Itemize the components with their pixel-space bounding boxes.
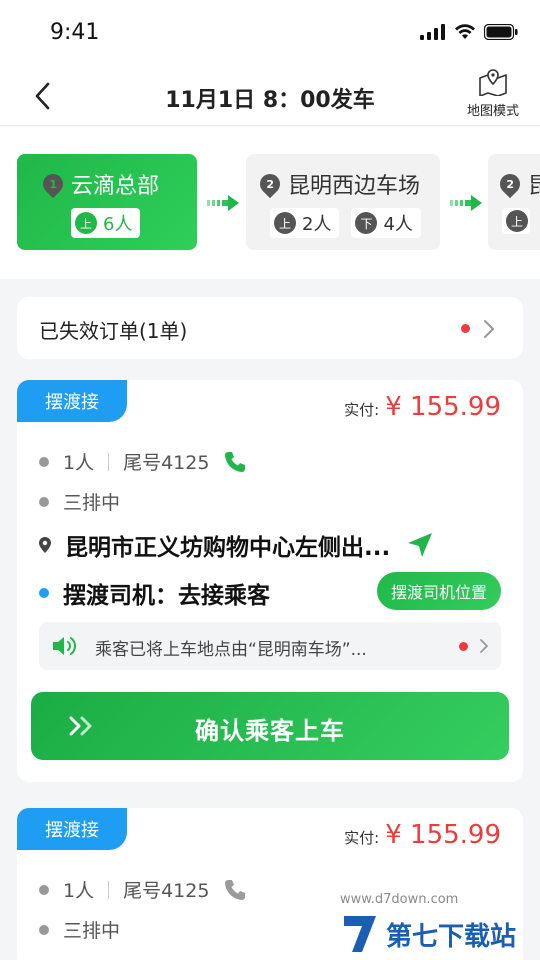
chevron-right-icon	[480, 639, 488, 653]
status-icons	[420, 24, 518, 40]
stop-title: 2 昆明西边车场	[255, 168, 421, 200]
board-badge: 上	[75, 212, 97, 234]
order-card: 摆渡接 实付: ¥ 155.99 1人 尾号4125 三排中 昆明市正义坊购物中…	[17, 380, 523, 782]
nav-bar: 11月1日 8：00发车 地图模式	[0, 66, 540, 126]
price-value: ¥ 155.99	[385, 392, 501, 422]
double-arrow-icon	[207, 195, 239, 211]
watermark-logo-icon	[344, 916, 376, 952]
alight-badge: 下	[355, 212, 378, 234]
watermark: www.d7down.com 第七下载站	[340, 892, 540, 960]
location-pin-icon: 2	[255, 169, 285, 199]
passenger-count: 1人	[63, 452, 95, 474]
phone-tail: 尾号4125	[123, 452, 210, 474]
wifi-icon	[455, 24, 475, 39]
phone-tail: 尾号4125	[123, 880, 210, 902]
seat-position: 三排中	[63, 920, 121, 942]
passenger-row: 1人 尾号4125	[39, 876, 247, 903]
page-title: 11月1日 8：00发车	[165, 88, 375, 113]
stops-bar: 1 云滴总部 上 6人 2 昆明西边车场 上 2人 下 4人 2 昆 上	[0, 127, 540, 279]
stop-card-2[interactable]: 2 昆明西边车场 上 2人 下 4人	[246, 154, 440, 250]
count-chip: 下 4人	[351, 208, 421, 238]
price: 实付: ¥ 155.99	[344, 392, 501, 422]
seat-position: 三排中	[63, 492, 121, 514]
stop-title: 1 云滴总部	[38, 168, 160, 200]
price-label: 实付:	[344, 829, 380, 847]
speaker-icon	[53, 637, 76, 655]
pickup-address: 昆明市正义坊购物中心左侧出...	[65, 535, 391, 561]
map-icon	[479, 69, 507, 97]
battery-icon	[484, 24, 518, 40]
confirm-boarding-label: 确认乘客上车	[195, 717, 345, 745]
map-mode-label: 地图模式	[466, 104, 519, 119]
stop-counts: 上 6人	[71, 208, 141, 238]
location-pin-icon: 1	[38, 169, 68, 199]
status-bar: 9:41	[0, 0, 540, 66]
passenger-row: 1人 尾号4125	[39, 448, 247, 475]
driver-status-row: 摆渡司机：去接乘客	[39, 576, 270, 610]
count-chip: 上 2人	[270, 208, 340, 238]
count-chip: 上	[502, 208, 530, 234]
watermark-url: www.d7down.com	[340, 892, 459, 907]
stop-card-3[interactable]: 2 昆 上	[488, 154, 540, 250]
count-value: 4人	[383, 214, 413, 235]
stop-title: 2 昆	[495, 168, 540, 200]
bullet	[39, 588, 49, 598]
price-label: 实付:	[344, 401, 380, 419]
status-time: 9:41	[50, 20, 100, 45]
map-mode-button[interactable]: 地图模式	[462, 68, 524, 119]
count-value: 6人	[103, 214, 133, 235]
stop-card-1[interactable]: 1 云滴总部 上 6人	[17, 154, 197, 250]
board-badge: 上	[274, 212, 296, 234]
location-pin-icon: 2	[495, 169, 525, 199]
stop-counts: 上	[502, 208, 530, 234]
count-chip: 上 6人	[71, 208, 141, 238]
watermark-text: 第七下载站	[386, 921, 517, 952]
phone-icon[interactable]	[223, 450, 247, 474]
expired-orders-row[interactable]: 已失效订单(1单)	[17, 297, 523, 359]
bullet	[39, 456, 49, 467]
stop-name: 昆明西边车场	[288, 174, 421, 199]
notice-text: 乘客已将上车地点由“昆明南车场”...	[95, 640, 367, 660]
bullet	[39, 884, 49, 895]
order-type-tag: 摆渡接	[17, 808, 127, 850]
driver-location-button[interactable]: 摆渡司机位置	[376, 572, 501, 610]
board-badge: 上	[506, 210, 528, 232]
divider	[108, 880, 110, 899]
double-arrow-icon	[450, 195, 482, 211]
navigate-icon[interactable]	[406, 531, 434, 559]
stop-name: 昆	[528, 174, 540, 199]
count-value: 2人	[302, 214, 332, 235]
price: 实付: ¥ 155.99	[344, 820, 501, 850]
price-value: ¥ 155.99	[385, 820, 501, 850]
bullet	[39, 924, 49, 935]
chevron-right-icon	[484, 320, 494, 338]
divider	[108, 452, 110, 471]
phone-icon[interactable]	[223, 878, 247, 902]
signal-icon	[420, 24, 445, 40]
unread-dot	[459, 642, 468, 651]
stop-counts: 上 2人 下 4人	[270, 208, 421, 238]
stop-name: 云滴总部	[71, 174, 160, 199]
confirm-boarding-button[interactable]: 确认乘客上车	[31, 692, 509, 760]
address-row: 昆明市正义坊购物中心左侧出...	[39, 528, 434, 562]
seat-row: 三排中	[39, 916, 120, 943]
notice-bar[interactable]: 乘客已将上车地点由“昆明南车场”...	[39, 622, 501, 670]
order-type-tag: 摆渡接	[17, 380, 127, 422]
driver-status: 摆渡司机：去接乘客	[63, 583, 270, 609]
location-pin-icon	[39, 537, 51, 553]
expired-orders-label: 已失效订单(1单)	[39, 319, 188, 343]
unread-dot	[461, 324, 470, 333]
bullet	[39, 496, 49, 507]
passenger-count: 1人	[63, 880, 95, 902]
seat-row: 三排中	[39, 488, 120, 515]
